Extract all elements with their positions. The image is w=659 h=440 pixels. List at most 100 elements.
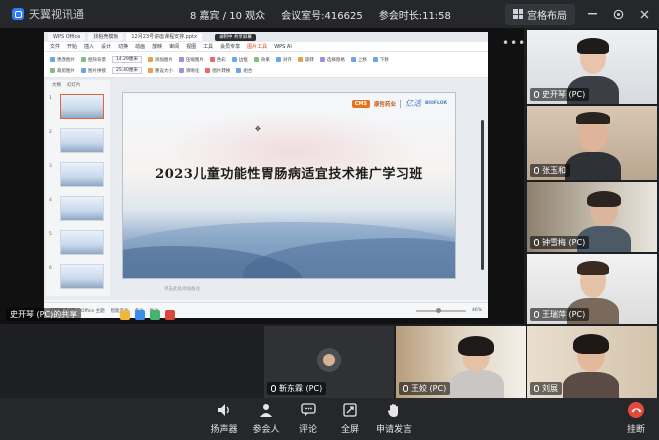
grid-icon (513, 9, 523, 19)
thumb-number: 1 (49, 96, 52, 101)
ribbon-item: 下移 (372, 56, 389, 63)
grid-layout-label: 宫格布局 (527, 10, 567, 22)
meeting-id: 会议室号:416625 (281, 10, 363, 22)
leave-meeting-button[interactable]: 挂断 (611, 402, 659, 435)
thumb-number: 4 (49, 198, 52, 203)
mic-icon (534, 91, 539, 98)
title-bar-actions: 宫格布局 (505, 0, 653, 28)
wps-menu-item: 设计 (101, 44, 112, 50)
ribbon-item: 色彩 (209, 56, 226, 63)
attendance-count: 8 嘉宾 / 10 观众 (190, 10, 266, 22)
speaker-icon (216, 402, 232, 418)
cms-logo: CMS (351, 99, 370, 108)
thumb-number: 2 (49, 130, 52, 135)
mic-icon (403, 385, 408, 392)
participant-tile[interactable]: 张玉和 (527, 106, 657, 180)
ribbon-item: 图片转换 (205, 67, 230, 74)
wps-menu-item: 审阅 (169, 44, 180, 50)
participant-tile[interactable]: 王瑞萍 (PC) (527, 254, 657, 324)
wps-window: WPS Office 找稻壳模板 12月23号讲座课程安排.pptx 录制中 共… (44, 32, 488, 318)
participant-tile[interactable]: 王姣 (PC) (396, 326, 526, 398)
tray-icon (150, 310, 160, 320)
zoom-slider (415, 307, 466, 313)
mic-icon (534, 167, 539, 174)
participant-name-tag: 张玉和 (530, 164, 570, 177)
slide-thumbnail-pane: 大纲 幻灯片 1 2 3 4 5 6 (46, 80, 110, 296)
grid-layout-button[interactable]: 宫格布局 (505, 3, 575, 25)
hang-up-icon (628, 402, 644, 418)
thumb-tab: 幻灯片 (67, 83, 81, 88)
wps-tab: 找稻壳模板 (88, 33, 124, 41)
request-speak-button[interactable]: 申请发言 (369, 402, 419, 435)
ribbon-row: 更改图片 抠除背景 14.29厘米 添加图片 压缩图片 色彩 边框 效果 对齐 … (50, 56, 389, 63)
settings-icon[interactable] (609, 5, 627, 23)
zoom-level: 46% (471, 308, 482, 313)
participant-name-tag: 史开琴 (PC) (530, 88, 590, 101)
current-slide: CMS 康哲药业 亿活 BIOFLOR ✥ 2023儿童功能性胃肠病适宜技术推广… (122, 92, 456, 279)
meeting-window: 天翼视讯通 8 嘉宾 / 10 观众 会议室号:416625 参会时长:11:5… (0, 0, 659, 440)
wps-menu-item: 会员专享 (220, 44, 241, 50)
ribbon-item: 边框 (231, 56, 248, 63)
raise-hand-icon (386, 402, 402, 418)
wps-workspace: 大纲 幻灯片 1 2 3 4 5 6 CMS 康哲药业 亿活 BIOFLOR ✥… (44, 78, 488, 300)
wps-menu-item: 动画 (135, 44, 146, 50)
share-scrollbar[interactable] (481, 120, 484, 270)
participants-icon (258, 402, 274, 418)
wps-menu-item: 文件 (50, 44, 61, 50)
wps-menu-item: 放映 (152, 44, 163, 50)
thumb-number: 5 (49, 232, 52, 237)
ribbon-item: 重设大小 (147, 67, 173, 74)
close-icon[interactable] (635, 5, 653, 23)
participant-name-tag: 钟雪梅 (PC) (530, 236, 590, 249)
ribbon-item: 抠除背景 (81, 56, 106, 63)
yihuo-logo: 亿活 (404, 99, 421, 108)
cms-logo-text: 康哲药业 (373, 101, 396, 108)
tray-icon (135, 310, 145, 320)
participant-tile[interactable]: 史开琴 (PC) (527, 30, 657, 104)
taskbar-tray (120, 310, 175, 320)
wps-menu-item: 插入 (84, 44, 95, 50)
wps-tab: WPS Office (48, 33, 86, 41)
slide-thumbnail (60, 162, 104, 187)
sponsor-logos: CMS 康哲药业 亿活 BIOFLOR (351, 98, 447, 109)
ribbon-item: 添加图片 (147, 56, 173, 63)
ribbon-item: 清晰化 (178, 67, 199, 74)
ribbon-row: 裁剪图片 图片拼接 25.40厘米 重设大小 清晰化 图片转换 组合 (50, 67, 252, 74)
meeting-control-bar: 扬声器 参会人 评论 全屏 申请发言 挂断 (0, 398, 659, 440)
participant-tile[interactable]: 钟雪梅 (PC) (527, 182, 657, 252)
wps-menu-item: 视图 (186, 44, 197, 50)
app-name: 天翼视讯通 (29, 8, 84, 21)
slide-thumbnail (60, 128, 104, 153)
fullscreen-icon (342, 402, 358, 418)
participant-name-tag: 王瑞萍 (PC) (530, 308, 590, 321)
slide-thumbnail (60, 264, 104, 289)
title-bar: 天翼视讯通 8 嘉宾 / 10 观众 会议室号:416625 参会时长:11:5… (0, 0, 659, 28)
wps-tab-bar: WPS Office 找稻壳模板 12月23号讲座课程安排.pptx 录制中 共… (44, 32, 488, 42)
ribbon-item: 旋转 (297, 56, 314, 63)
wps-menu-item: 工具 (203, 44, 214, 50)
mic-icon (534, 311, 539, 318)
wps-menu-item: 开始 (67, 44, 78, 50)
thumb-pane-tabs: 大纲 幻灯片 (46, 80, 110, 90)
wps-ribbon: 更改图片 抠除背景 14.29厘米 添加图片 压缩图片 色彩 边框 效果 对齐 … (44, 52, 488, 78)
wps-menu-item: 切换 (118, 44, 129, 50)
tray-icon (165, 310, 175, 320)
ribbon-item: 图片拼接 (81, 67, 106, 74)
shared-screen[interactable]: WPS Office 找稻壳模板 12月23号讲座课程安排.pptx 录制中 共… (0, 28, 524, 324)
minimize-icon[interactable] (583, 5, 601, 23)
recording-badge: 录制中 共享屏幕 (214, 33, 256, 41)
slide-title: 2023儿童功能性胃肠病适宜技术推广学习班 (155, 167, 423, 182)
wps-menu-item: WPS AI (274, 43, 292, 50)
more-options-icon[interactable]: ••• (502, 36, 526, 50)
wps-menu-bar: 文件 开始 插入 设计 切换 动画 放映 审阅 视图 工具 会员专享 图片工具 … (44, 42, 488, 52)
wps-tab-active: 12月23号讲座课程安排.pptx (126, 33, 202, 41)
mic-icon (534, 239, 539, 246)
participant-tile[interactable]: 靳东霖 (PC) (264, 326, 394, 398)
participant-tile[interactable]: 刘展 (527, 326, 657, 398)
mic-icon (534, 385, 539, 392)
participant-name-tag: 靳东霖 (PC) (267, 382, 327, 395)
ribbon-item: 组合 (236, 67, 252, 74)
participant-name-tag: 刘展 (530, 382, 562, 395)
mouse-cursor-icon: ✥ (255, 125, 261, 133)
fullscreen-button[interactable]: 全屏 (325, 402, 375, 435)
